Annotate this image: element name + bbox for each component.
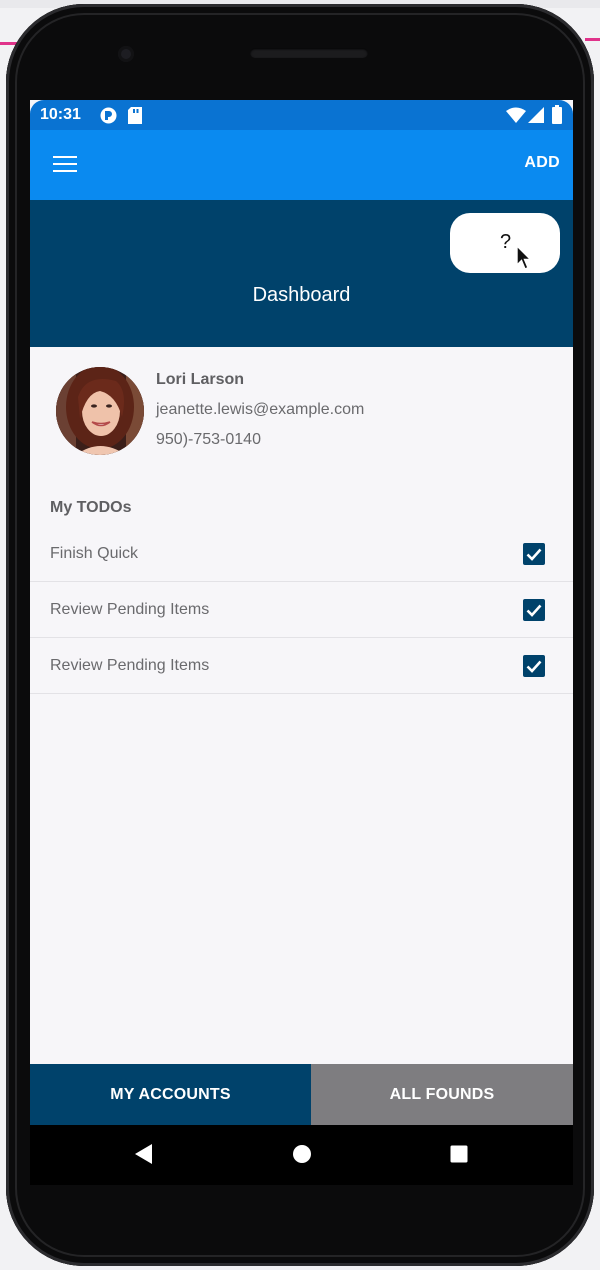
todo-item[interactable]: Finish Quick xyxy=(30,526,573,582)
todo-item[interactable]: Review Pending Items xyxy=(30,638,573,694)
status-time: 10:31 xyxy=(40,106,81,123)
back-triangle-icon[interactable] xyxy=(134,1143,154,1165)
profile-photo xyxy=(56,367,144,455)
page-title: Dashboard xyxy=(252,284,351,306)
bottom-tabs: MY ACCOUNTS ALL FOUNDS xyxy=(30,1064,573,1125)
todo-checkbox[interactable] xyxy=(523,655,545,677)
checkmark-icon xyxy=(526,548,542,561)
tab-my-accounts[interactable]: MY ACCOUNTS xyxy=(30,1064,311,1125)
signal-icon xyxy=(528,107,544,123)
todo-checkbox[interactable] xyxy=(523,543,545,565)
recents-square-icon[interactable] xyxy=(449,1143,469,1165)
android-navigation-bar xyxy=(30,1125,573,1185)
todo-label: Review Pending Items xyxy=(50,657,210,674)
todo-label: Review Pending Items xyxy=(50,601,210,618)
device-screen: 10:31 ADD ? Dashboard Lori Larson jeanet… xyxy=(30,100,573,1185)
front-camera xyxy=(118,46,134,62)
checkmark-icon xyxy=(526,604,542,617)
status-bar: 10:31 xyxy=(30,100,573,130)
wifi-icon xyxy=(506,107,526,123)
profile-email: jeanette.lewis@example.com xyxy=(156,401,365,418)
todo-label: Finish Quick xyxy=(50,545,139,562)
todo-checkbox[interactable] xyxy=(523,599,545,621)
add-button[interactable]: ADD xyxy=(524,154,560,172)
app-bar: ADD xyxy=(30,130,573,200)
profile-avatar xyxy=(56,367,144,455)
todo-list: Finish Quick Review Pending Items Review… xyxy=(30,526,573,694)
sd-card-icon xyxy=(128,107,142,124)
todos-section-title: My TODOs xyxy=(50,499,132,516)
home-circle-icon[interactable] xyxy=(292,1143,312,1165)
profile-name: Lori Larson xyxy=(156,371,245,388)
checkmark-icon xyxy=(526,660,542,673)
help-button[interactable]: ? xyxy=(450,213,560,273)
tab-all-founds[interactable]: ALL FOUNDS xyxy=(311,1064,573,1125)
todo-item[interactable]: Review Pending Items xyxy=(30,582,573,638)
battery-icon xyxy=(552,105,562,124)
dashboard-header: ? Dashboard xyxy=(30,200,573,347)
help-button-label: ? xyxy=(500,231,512,253)
profile-phone: 950)-753-0140 xyxy=(156,431,261,448)
background-accent-line-right xyxy=(585,38,600,41)
earpiece-speaker xyxy=(250,48,368,58)
notification-app-icon xyxy=(100,107,117,124)
hamburger-menu-icon[interactable] xyxy=(50,153,78,177)
mouse-pointer-icon xyxy=(516,245,532,270)
